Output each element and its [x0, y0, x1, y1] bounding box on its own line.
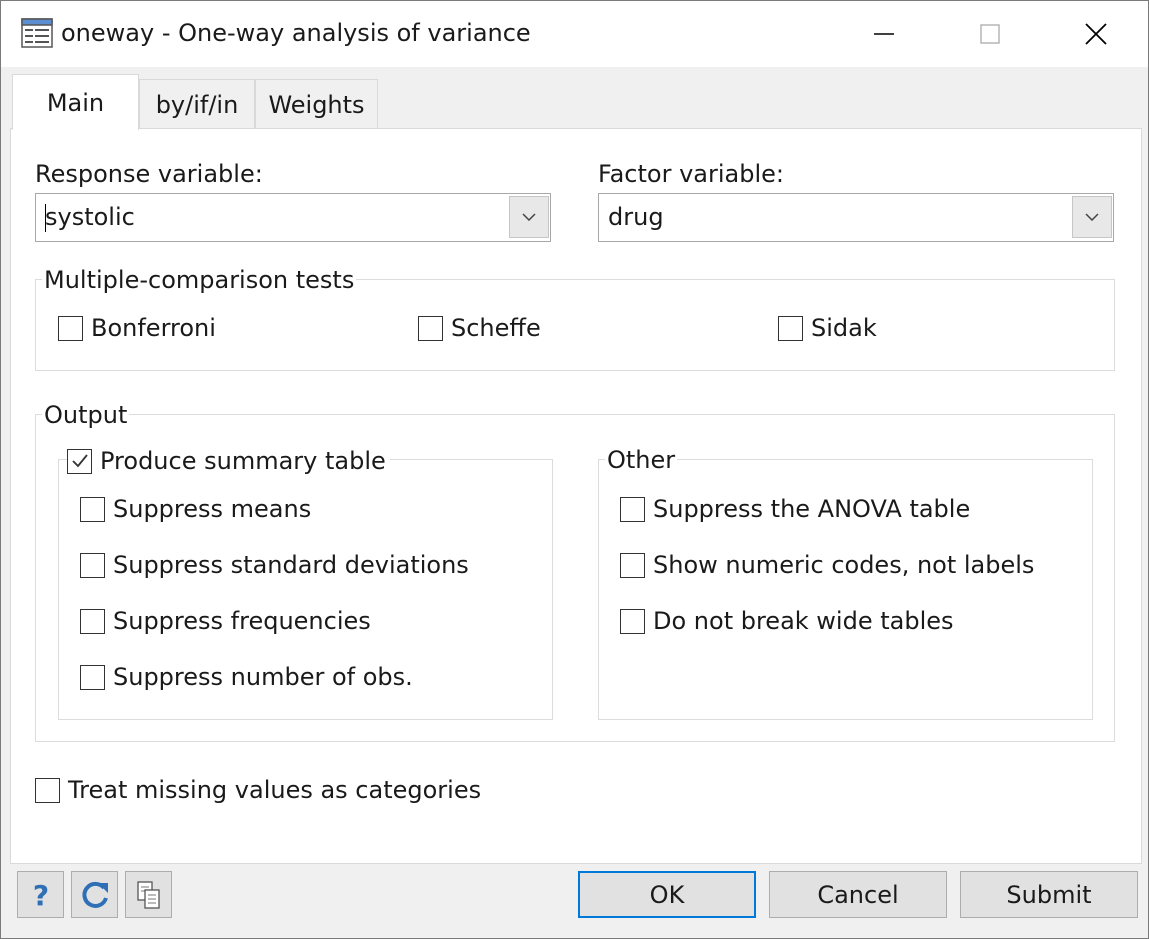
chevron-down-icon [1085, 213, 1099, 221]
help-button[interactable]: ? [17, 871, 64, 918]
window-title: oneway - One-way analysis of variance [61, 19, 531, 47]
tab-by-if-in[interactable]: by/if/in [139, 79, 255, 129]
multiple-comparison-title: Multiple-comparison tests [42, 266, 357, 294]
title-bar: oneway - One-way analysis of variance [1, 1, 1148, 67]
svg-text:?: ? [32, 880, 48, 910]
suppress-standard-deviations-label: Suppress standard deviations [113, 551, 469, 579]
ok-button[interactable]: OK [578, 871, 756, 918]
checkbox-box[interactable] [620, 552, 645, 578]
sidak-label: Sidak [811, 314, 877, 342]
copy-command-button[interactable] [125, 871, 172, 918]
checkbox-box[interactable] [620, 608, 645, 634]
checkbox-box[interactable] [418, 315, 443, 341]
chevron-down-icon [522, 213, 536, 221]
suppress-number-of-obs-checkbox[interactable]: Suppress number of obs. [80, 663, 413, 691]
dialog-window: oneway - One-way analysis of variance Ma… [0, 0, 1149, 939]
treat-missing-label: Treat missing values as categories [68, 776, 482, 804]
checkbox-box[interactable] [80, 496, 105, 522]
do-not-break-wide-tables-label: Do not break wide tables [653, 607, 954, 635]
suppress-anova-table-checkbox[interactable]: Suppress the ANOVA table [620, 495, 970, 523]
factor-variable-value: drug [608, 203, 664, 231]
maximize-icon [980, 24, 1000, 44]
refresh-icon [81, 881, 108, 908]
text-caret [45, 204, 46, 232]
produce-summary-table-checkbox[interactable]: Produce summary table [67, 447, 390, 475]
question-mark-icon: ? [32, 880, 48, 910]
checkbox-box-checked[interactable] [67, 448, 92, 474]
bonferroni-checkbox[interactable]: Bonferroni [58, 314, 216, 342]
sidak-checkbox[interactable]: Sidak [778, 314, 877, 342]
other-title: Other [605, 446, 678, 474]
do-not-break-wide-tables-checkbox[interactable]: Do not break wide tables [620, 607, 954, 635]
factor-variable-combo[interactable]: drug [598, 193, 1114, 242]
close-button[interactable] [1043, 1, 1149, 67]
show-numeric-codes-checkbox[interactable]: Show numeric codes, not labels [620, 551, 1034, 579]
suppress-number-of-obs-label: Suppress number of obs. [113, 663, 413, 691]
response-variable-label: Response variable: [35, 160, 263, 188]
main-tab-panel: Response variable: systolic Factor varia… [10, 128, 1142, 864]
factor-variable-label: Factor variable: [598, 160, 784, 188]
checkmark-icon [71, 454, 88, 468]
tab-main[interactable]: Main [12, 74, 139, 130]
cancel-button-label: Cancel [817, 880, 899, 909]
dialog-app-icon [21, 18, 53, 48]
factor-dropdown-button[interactable] [1072, 196, 1112, 238]
checkbox-box[interactable] [778, 315, 803, 341]
scheffe-label: Scheffe [451, 314, 541, 342]
response-variable-value: systolic [45, 203, 135, 231]
suppress-frequencies-checkbox[interactable]: Suppress frequencies [80, 607, 371, 635]
suppress-anova-table-label: Suppress the ANOVA table [653, 495, 971, 523]
response-dropdown-button[interactable] [509, 196, 549, 238]
response-variable-combo[interactable]: systolic [35, 193, 551, 242]
ok-button-label: OK [649, 880, 685, 909]
treat-missing-checkbox[interactable]: Treat missing values as categories [35, 776, 481, 804]
suppress-means-checkbox[interactable]: Suppress means [80, 495, 311, 523]
show-numeric-codes-label: Show numeric codes, not labels [653, 551, 1035, 579]
cancel-button[interactable]: Cancel [769, 871, 947, 918]
maximize-button[interactable] [937, 1, 1043, 67]
minimize-button[interactable] [831, 1, 937, 67]
submit-button-label: Submit [1006, 880, 1092, 909]
suppress-frequencies-label: Suppress frequencies [113, 607, 371, 635]
minimize-icon [874, 33, 894, 35]
checkbox-box[interactable] [58, 315, 83, 341]
produce-summary-table-label: Produce summary table [100, 447, 386, 475]
tab-by-if-in-label: by/if/in [155, 90, 239, 119]
close-icon [1085, 23, 1107, 45]
checkbox-box[interactable] [35, 777, 60, 803]
submit-button[interactable]: Submit [960, 871, 1138, 918]
copy-icon [136, 880, 160, 909]
tab-weights-label: Weights [268, 90, 365, 119]
output-title: Output [42, 401, 130, 429]
checkbox-box[interactable] [620, 496, 645, 522]
tab-weights[interactable]: Weights [255, 79, 378, 129]
checkbox-box[interactable] [80, 552, 105, 578]
suppress-standard-deviations-checkbox[interactable]: Suppress standard deviations [80, 551, 469, 579]
scheffe-checkbox[interactable]: Scheffe [418, 314, 541, 342]
reset-button[interactable] [71, 871, 118, 918]
suppress-means-label: Suppress means [113, 495, 312, 523]
bonferroni-label: Bonferroni [91, 314, 216, 342]
checkbox-box[interactable] [80, 608, 105, 634]
tab-main-label: Main [46, 88, 105, 117]
checkbox-box[interactable] [80, 664, 105, 690]
